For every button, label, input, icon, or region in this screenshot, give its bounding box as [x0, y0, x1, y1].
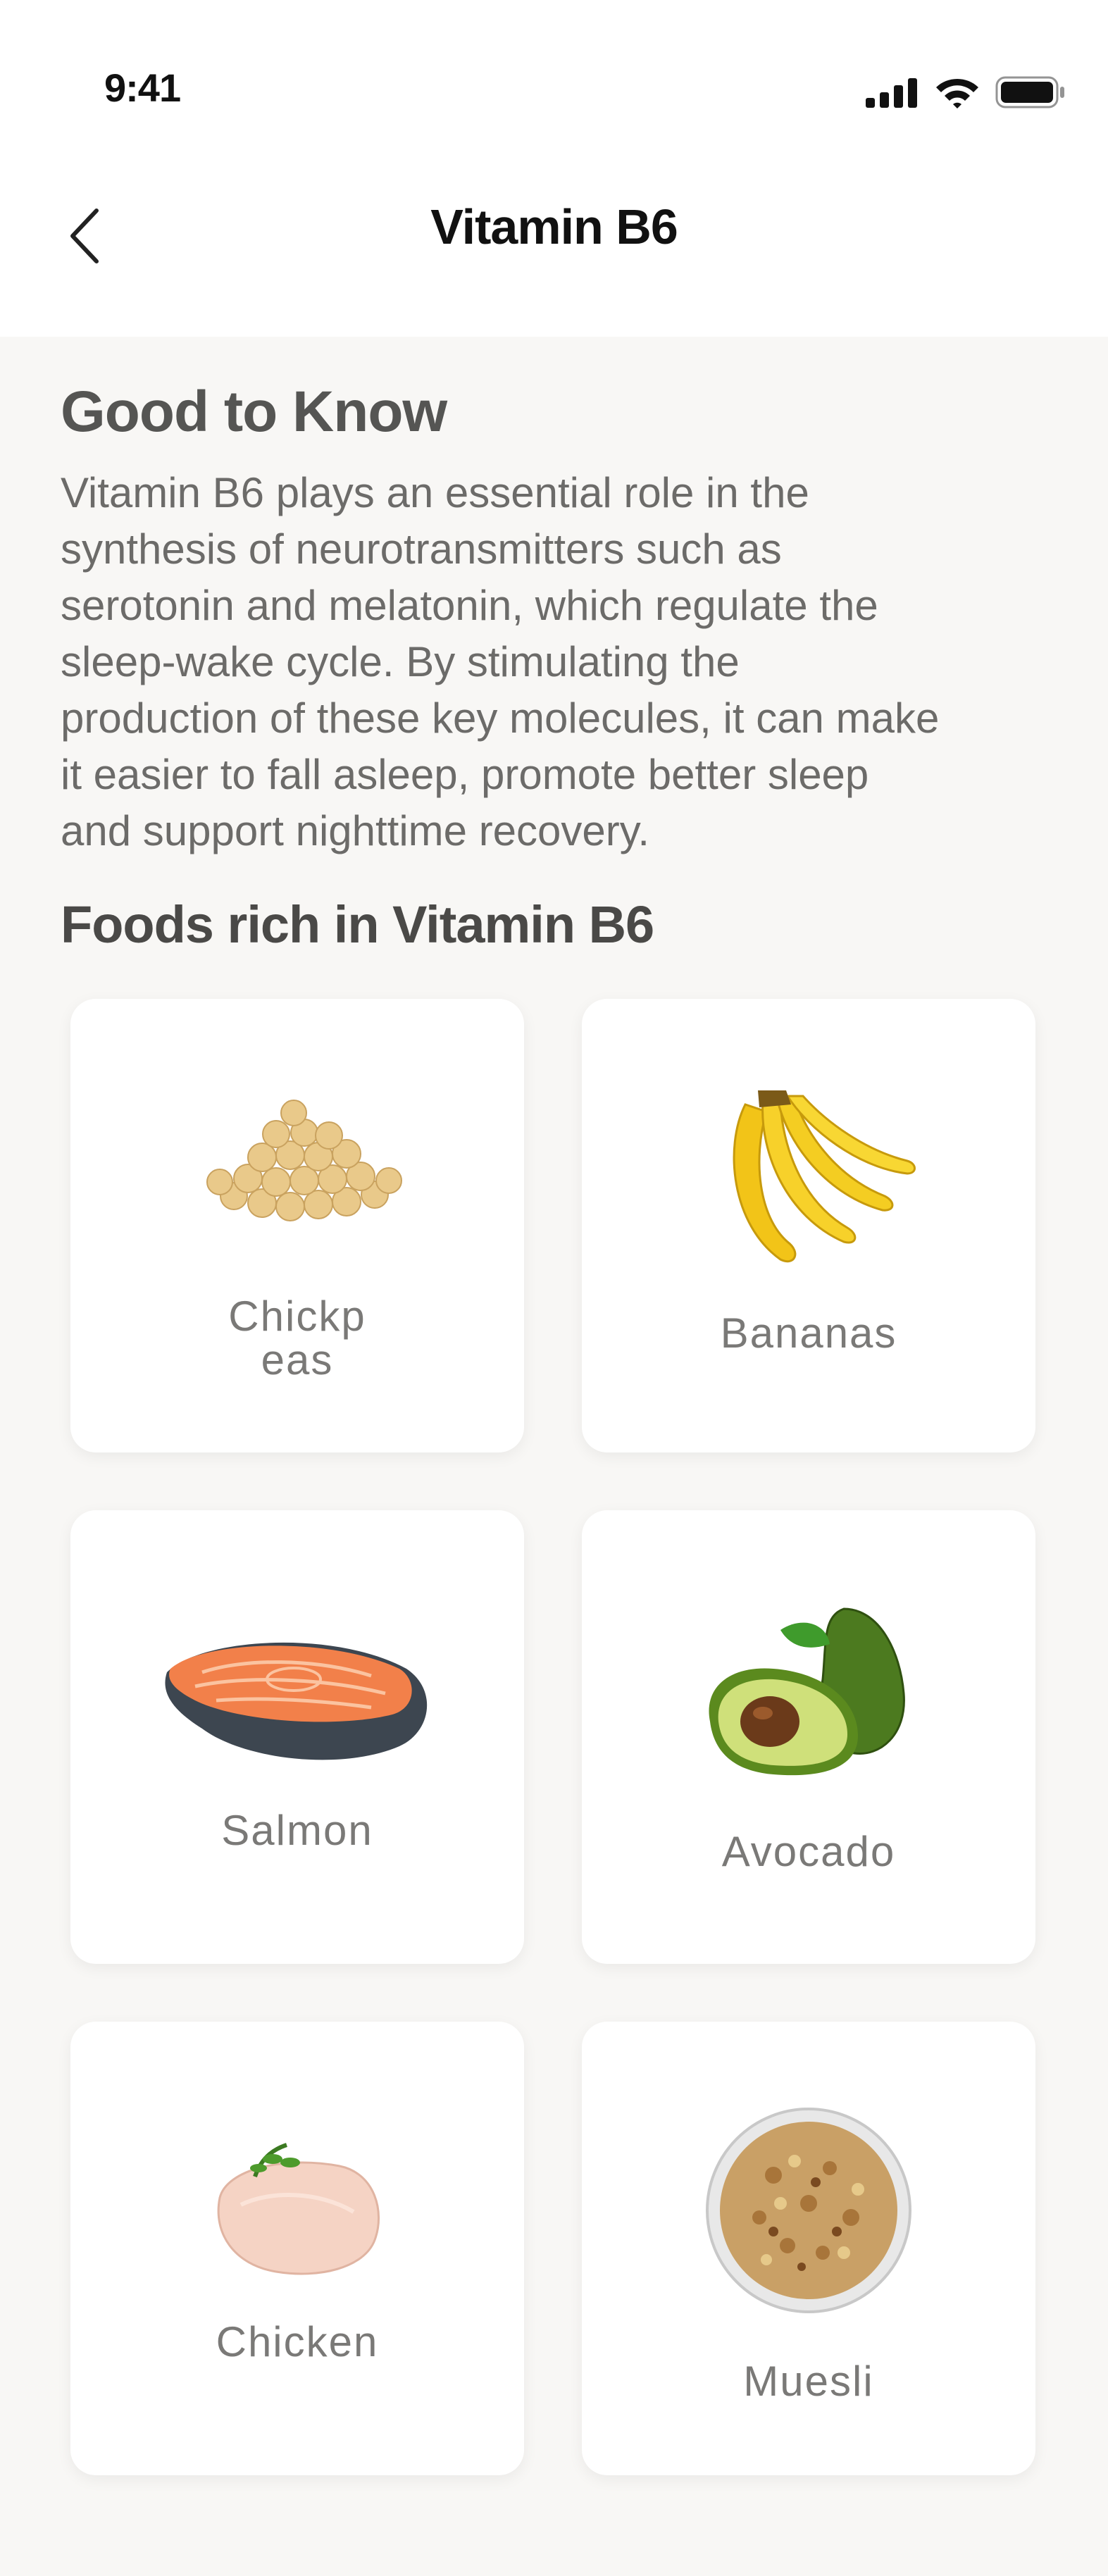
- description-line: Vitamin B6 plays an essential role in th…: [61, 469, 809, 516]
- description: Vitamin B6 plays an essential role in th…: [61, 465, 1047, 859]
- avocado-image: [709, 1607, 905, 1776]
- foods-section-title: Foods rich in Vitamin B6: [61, 895, 654, 954]
- signal-icon: [866, 78, 917, 108]
- food-card-chicken[interactable]: Chicken: [70, 2022, 524, 2475]
- food-label: Muesli: [743, 2358, 874, 2405]
- status-icons: [866, 76, 1066, 108]
- navigation-bar: Vitamin B6: [0, 148, 1108, 337]
- food-card-chickpeas[interactable]: Chickp eas: [70, 999, 524, 1452]
- salmon-image: [165, 1642, 428, 1760]
- status-time: 9:41: [104, 66, 181, 110]
- section-title: Good to Know: [61, 380, 447, 444]
- description-line: synthesis of neurotransmitters such as: [61, 525, 782, 573]
- bananas-image: [733, 1090, 916, 1263]
- food-label-line: Chickp: [228, 1293, 366, 1340]
- status-bar: 9:41: [0, 0, 1108, 148]
- description-line: sleep-wake cycle. By stimulating the: [61, 638, 740, 685]
- food-card-avocado[interactable]: Avocado: [582, 1510, 1035, 1964]
- foods-grid: Chickp eas Bananas Salmon Avocado Chicke…: [70, 999, 1035, 2475]
- description-line: and support nighttime recovery.: [61, 807, 649, 854]
- food-label: Salmon: [221, 1807, 373, 1854]
- description-line: production of these key molecules, it ca…: [61, 695, 940, 742]
- food-label: Chickp eas: [70, 1295, 524, 1382]
- food-label: Avocado: [721, 1828, 896, 1875]
- food-card-salmon[interactable]: Salmon: [70, 1510, 524, 1964]
- page-title: Vitamin B6: [430, 199, 678, 254]
- food-label: Chicken: [216, 2318, 379, 2365]
- muesli-image: [706, 2108, 911, 2313]
- battery-icon: [995, 76, 1064, 108]
- food-label-line: eas: [261, 1336, 334, 1383]
- chickpeas-image: [206, 1100, 402, 1221]
- food-card-bananas[interactable]: Bananas: [582, 999, 1035, 1452]
- food-card-muesli[interactable]: Muesli: [582, 2022, 1035, 2475]
- chicken-image: [217, 2143, 380, 2275]
- food-label: Bananas: [720, 1309, 897, 1357]
- description-line: it easier to fall asleep, promote better…: [61, 751, 869, 798]
- description-line: serotonin and melatonin, which regulate …: [61, 582, 878, 629]
- wifi-icon: [936, 79, 978, 108]
- content: Good to Know Vitamin B6 plays an essenti…: [61, 337, 1047, 954]
